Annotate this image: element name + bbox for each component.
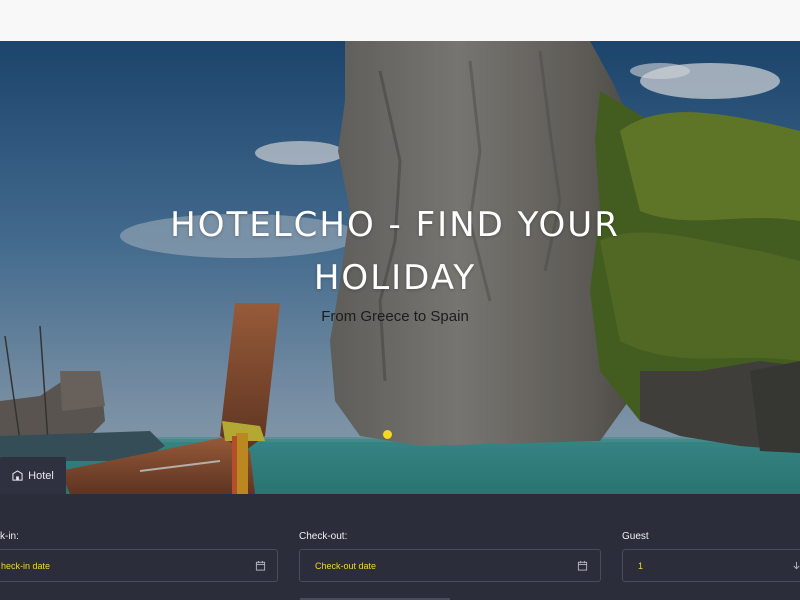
checkout-value: Check-out date bbox=[315, 561, 377, 571]
checkin-label: k-in: bbox=[0, 531, 19, 542]
top-navigation-bar bbox=[0, 0, 800, 42]
guest-value: 1 bbox=[638, 561, 644, 571]
booking-form: k-in: heck-in date Check-out: Check-out … bbox=[0, 494, 800, 600]
hotel-icon bbox=[12, 470, 23, 481]
checkin-field[interactable]: heck-in date bbox=[0, 549, 278, 582]
guest-select[interactable]: 1 bbox=[622, 549, 800, 582]
hero-banner: HOTELCHO - FIND YOUR HOLIDAY From Greece… bbox=[0, 41, 800, 494]
calendar-icon bbox=[255, 560, 266, 571]
checkout-field[interactable]: Check-out date bbox=[299, 549, 601, 582]
tab-hotel[interactable]: Hotel bbox=[0, 457, 66, 494]
checkout-label: Check-out: bbox=[299, 531, 348, 542]
checkin-value: heck-in date bbox=[1, 561, 51, 571]
tab-hotel-label: Hotel bbox=[28, 469, 54, 482]
hero-subtitle: From Greece to Spain bbox=[321, 308, 469, 325]
calendar-icon bbox=[577, 560, 588, 571]
guest-label: Guest bbox=[622, 531, 649, 542]
hero-title: HOTELCHO - FIND YOUR HOLIDAY bbox=[170, 205, 620, 298]
slider-indicator-dot[interactable] bbox=[383, 430, 392, 439]
chevron-down-icon bbox=[793, 561, 800, 570]
